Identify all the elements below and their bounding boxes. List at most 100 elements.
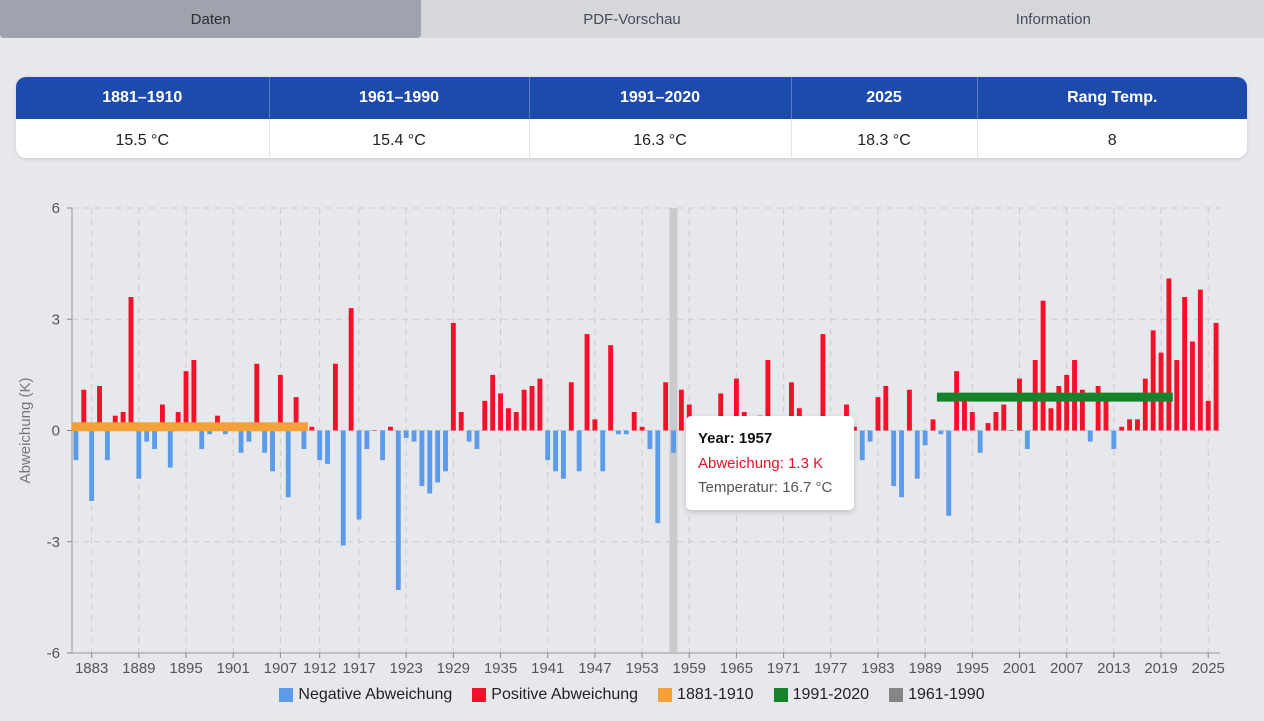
bar-1946 [584, 334, 590, 431]
bar-1917 [356, 430, 362, 520]
y-axis-label: Abweichung (K) [17, 378, 34, 484]
bar-1925 [419, 430, 425, 487]
bar-2023 [1190, 341, 1195, 431]
bar-1911 [309, 426, 315, 431]
bar-1920 [380, 430, 386, 461]
bar-1907 [277, 374, 283, 431]
bar-1915 [340, 430, 346, 546]
bar-1891 [152, 430, 157, 450]
x-tick-label: 1977 [814, 660, 847, 677]
bar-1999 [1001, 404, 1007, 431]
bar-2016 [1135, 419, 1140, 431]
legend-swatch-1881-1910 [658, 688, 673, 702]
bar-1947 [592, 419, 598, 431]
x-tick-label: 1959 [673, 660, 706, 677]
bar-1998 [993, 411, 999, 431]
legend-positive[interactable]: Positive Abweichung [472, 686, 638, 704]
bar-1956 [663, 382, 669, 431]
summary-value-rang: 8 [1107, 131, 1117, 149]
bar-2024 [1197, 289, 1203, 431]
bar-2018 [1150, 330, 1156, 431]
summary-header-1991-2020: 1991–2020 [529, 77, 792, 119]
bar-2012 [1103, 397, 1109, 431]
bar-1945 [576, 430, 582, 472]
bar-1995 [969, 411, 975, 431]
bar-2015 [1127, 419, 1133, 431]
bar-1888 [128, 297, 134, 431]
bar-1905 [262, 430, 268, 453]
bar-1997 [985, 423, 991, 431]
bar-1952 [631, 411, 637, 431]
bar-1939 [529, 386, 535, 431]
bar-1954 [647, 430, 653, 450]
bar-1919 [372, 430, 378, 431]
legend-swatch-positive [472, 688, 487, 702]
bar-1889 [136, 430, 142, 479]
bar-1883 [89, 430, 95, 501]
summary-header-2025: 2025 [791, 77, 978, 119]
summary-value-1991-2020: 16.3 °C [529, 119, 792, 158]
bar-2021 [1174, 360, 1180, 431]
summary-value-1881-1910: 15.5 °C [16, 119, 270, 158]
x-tick-label: 2025 [1192, 660, 1225, 677]
bar-1991 [938, 430, 944, 435]
bar-1953 [639, 426, 645, 431]
bar-1951 [623, 430, 629, 435]
deviation-chart[interactable]: 6 3 0 -3 -6 1883 1889 1895 1901 1907 1912 1917 1923 1… [0, 190, 1264, 680]
legend-1881-1910[interactable]: 1881-1910 [658, 686, 754, 704]
bar-1921 [388, 426, 393, 431]
summary-value-2025: 18.3 °C [791, 119, 978, 158]
bar-1987 [906, 389, 912, 431]
bar-1938 [521, 389, 527, 431]
bar-2007 [1064, 374, 1070, 431]
bar-1986 [899, 430, 904, 498]
x-tick-label: 1989 [908, 660, 941, 677]
bar-1908 [285, 430, 291, 498]
summary-header-row: 1881–1910 1961–1990 1991–2020 2025 Rang … [16, 77, 1247, 119]
tab-information[interactable]: Information [843, 0, 1264, 38]
bar-1903 [246, 430, 252, 442]
tab-daten[interactable]: Daten [0, 0, 422, 38]
bar-1885 [104, 430, 110, 461]
x-tick-label: 1995 [956, 660, 989, 677]
legend-1961-1990[interactable]: 1961-1990 [889, 686, 985, 704]
bar-1940 [537, 378, 543, 431]
legend-label-positive: Positive Abweichung [491, 686, 639, 703]
bar-1926 [427, 430, 433, 494]
y-tick-label: 6 [52, 200, 60, 217]
bar-2004 [1040, 300, 1046, 431]
bar-1984 [883, 386, 889, 431]
bar-1981 [859, 430, 865, 461]
summary-value-1961-1990: 15.4 °C [269, 119, 530, 158]
bar-1983 [875, 397, 881, 431]
bar-1906 [270, 430, 275, 472]
bar-2022 [1182, 297, 1188, 431]
legend-swatch-1961-1990 [889, 688, 904, 702]
bar-1914 [332, 363, 338, 431]
bar-1916 [348, 308, 354, 431]
x-tick-label: 2013 [1097, 660, 1130, 677]
bar-2014 [1119, 426, 1125, 431]
bar-1934 [490, 374, 496, 431]
bar-1931 [466, 430, 472, 442]
bar-2025 [1205, 400, 1211, 431]
x-tick-label: 1929 [437, 660, 470, 677]
x-tick-label: 1947 [578, 660, 611, 677]
x-tick-label: 2007 [1050, 660, 1083, 677]
x-tick-label: 1971 [767, 660, 800, 677]
bar-1949 [608, 345, 614, 431]
bar-1890 [144, 430, 150, 442]
summary-table: 1881–1910 1961–1990 1991–2020 2025 Rang … [16, 77, 1247, 158]
tooltip-year: Year: 1957 [698, 430, 773, 447]
legend-swatch-negative [279, 688, 294, 702]
tab-pdf-vorschau[interactable]: PDF-Vorschau [421, 0, 842, 38]
y-tick-label: 0 [52, 423, 60, 440]
bar-1989 [922, 430, 928, 446]
legend-negative[interactable]: Negative Abweichung [279, 686, 452, 704]
bar-1929 [450, 322, 456, 431]
y-tick-label: -6 [47, 645, 60, 662]
bar-1913 [325, 430, 330, 464]
legend-1991-2020[interactable]: 1991-2020 [773, 686, 869, 704]
summary-header-1961-1990: 1961–1990 [269, 77, 530, 119]
bar-1950 [616, 430, 621, 435]
